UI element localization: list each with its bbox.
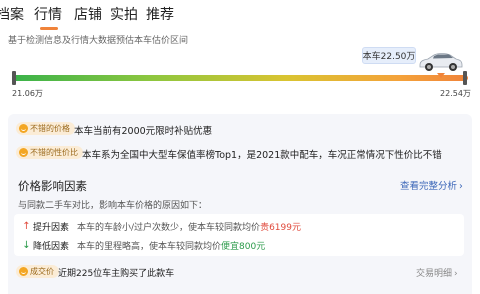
factor-label: 提升因素 [33, 223, 70, 233]
chevron-right-icon: › [454, 269, 458, 279]
smile-icon [19, 148, 28, 157]
full-analysis-link[interactable]: 查看完整分析 › [400, 178, 463, 192]
price-range-hint: 基于检测信息及行情大数据预估本车估价区间 [8, 36, 189, 46]
chevron-right-icon: › [459, 181, 463, 192]
factor-value: 贵6199元 [260, 223, 301, 233]
deal-price-tag: 成交价 [16, 265, 59, 278]
factors-subtitle: 与同款二手车对比，影响本车价格的原因如下： [18, 201, 208, 211]
current-price-marker [437, 73, 445, 78]
deal-details-link[interactable]: 交易明细 › [416, 266, 458, 279]
highlight-tag-label: 不错的价格 [30, 124, 70, 133]
range-max-marker [463, 71, 467, 85]
price-range-bar [12, 75, 468, 81]
arrow-up-icon: ↑ [22, 221, 31, 232]
car-icon [419, 53, 463, 71]
smile-icon [19, 124, 28, 133]
range-max-label: 22.54万 [440, 89, 471, 98]
highlight-tag-value: 不错的性价比 [16, 146, 83, 159]
factors-title: 价格影响因素 [18, 179, 87, 193]
tab-recommend[interactable]: 推荐 [146, 4, 174, 24]
active-tab-indicator [40, 27, 58, 30]
range-min-label: 21.06万 [12, 89, 43, 98]
range-min-marker [12, 71, 16, 85]
tab-photos[interactable]: 实拍 [110, 4, 138, 24]
factor-desc: 本车的里程略高，使本车较同款均价 [77, 242, 222, 252]
highlight-text: 本车当前有2000元限时补贴优惠 [74, 126, 213, 137]
full-analysis-label: 查看完整分析 [400, 181, 458, 192]
smile-icon [19, 267, 28, 276]
deal-tag-label: 成交价 [30, 267, 54, 276]
deal-details-label: 交易明细 [416, 269, 453, 279]
highlight-tag-label: 不错的性价比 [30, 148, 78, 157]
tab-profile[interactable]: 档案 [0, 4, 24, 24]
tab-bar: 档案 行情 店铺 实拍 推荐 [0, 0, 480, 30]
current-price-badge: 本车22.50万 [362, 47, 416, 64]
factor-row-down: ↓ 降低因素 本车的里程略高，使本车较同款均价 便宜800元 [22, 239, 265, 252]
factor-value: 便宜800元 [221, 242, 266, 252]
factor-row-up: ↑ 提升因素 本车的车龄小/过户次数少，使本车较同款均价 贵6199元 [22, 220, 301, 233]
tab-store[interactable]: 店铺 [74, 4, 102, 24]
arrow-down-icon: ↓ [22, 240, 31, 251]
deal-summary: 近期225位车主购买了此款车 [58, 269, 175, 279]
tab-market[interactable]: 行情 [34, 4, 62, 24]
highlight-tag-price: 不错的价格 [16, 122, 75, 135]
factor-desc: 本车的车龄小/过户次数少，使本车较同款均价 [77, 223, 261, 233]
factor-label: 降低因素 [33, 242, 70, 252]
highlight-text: 本车系为全国中大型车保值率榜Top1，是2021款中配车，车况正常情况下性价比不… [82, 150, 442, 161]
